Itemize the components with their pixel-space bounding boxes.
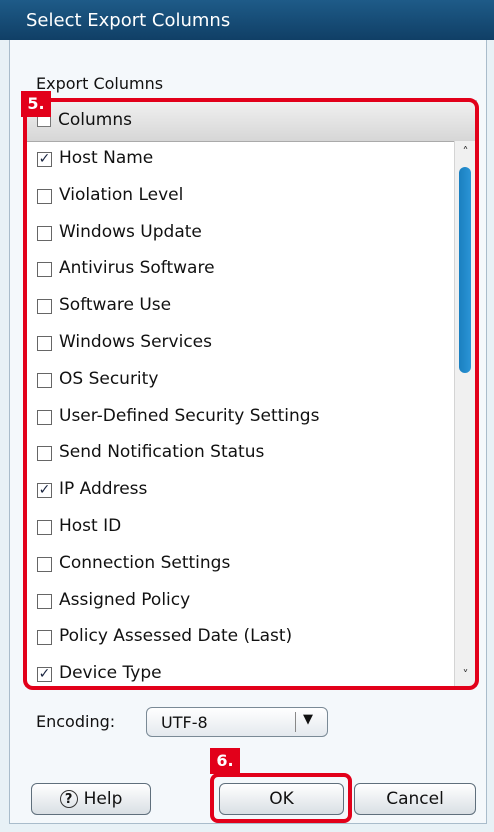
ok-button[interactable]: OK bbox=[219, 783, 344, 815]
ok-button-label: OK bbox=[269, 789, 294, 809]
cancel-button-label: Cancel bbox=[386, 789, 444, 809]
help-icon: ? bbox=[59, 790, 78, 808]
step-5-highlight bbox=[23, 98, 479, 690]
step-5-badge: 5. bbox=[21, 91, 51, 117]
encoding-label: Encoding: bbox=[36, 712, 116, 731]
encoding-value: UTF-8 bbox=[161, 713, 208, 732]
help-button-label: Help bbox=[83, 789, 123, 809]
export-columns-label: Export Columns bbox=[36, 74, 164, 93]
dropdown-arrow-icon[interactable]: ▼ bbox=[303, 712, 313, 727]
cancel-button[interactable]: Cancel bbox=[354, 783, 476, 815]
encoding-select[interactable]: UTF-8 ▼ bbox=[146, 707, 328, 737]
title-bar: Select Export Columns bbox=[0, 0, 494, 40]
window-title: Select Export Columns bbox=[26, 10, 231, 31]
select-divider bbox=[295, 712, 296, 732]
step-6-badge: 6. bbox=[210, 748, 240, 774]
help-button[interactable]: ? Help bbox=[31, 783, 151, 815]
